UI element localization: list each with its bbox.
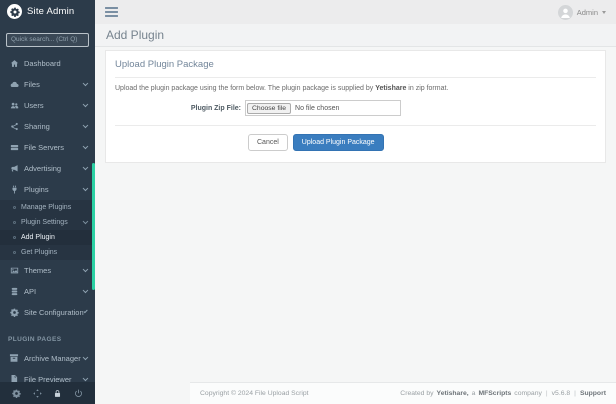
- sidebar-item-dashboard[interactable]: Dashboard: [0, 53, 95, 74]
- main-area: Admin Add Plugin Upload Plugin Package U…: [95, 0, 616, 404]
- choose-file-button[interactable]: Choose file: [247, 103, 291, 114]
- share-icon: [8, 122, 20, 131]
- archive-icon: [8, 353, 20, 363]
- upload-plugin-package-button[interactable]: Upload Plugin Package: [293, 134, 384, 151]
- chevron-down-icon: [82, 376, 87, 381]
- menu-toggle-icon[interactable]: [105, 7, 118, 17]
- upload-plugin-card: Upload Plugin Package Upload the plugin …: [105, 50, 606, 163]
- chevron-down-icon: [82, 144, 87, 149]
- plugins-submenu: Manage Plugins Plugin Settings Add Plugi…: [0, 200, 95, 260]
- brand-name: Site Admin: [27, 6, 74, 17]
- bullet-icon: [13, 236, 16, 239]
- chevron-down-icon: [83, 309, 87, 313]
- version-text: v5.6.8: [552, 390, 571, 397]
- card-description: Upload the plugin package using the form…: [115, 85, 596, 92]
- sidebar: Site Admin Dashboard Files Users Shar: [0, 0, 95, 404]
- settings-icon[interactable]: [12, 389, 21, 398]
- sidebar-item-users[interactable]: Users: [0, 95, 95, 116]
- chevron-down-icon: [82, 267, 87, 272]
- bullet-icon: [13, 206, 16, 209]
- sidebar-item-advertising[interactable]: Advertising: [0, 158, 95, 179]
- footer-credits: Created by Yetishare, a MFScripts compan…: [400, 390, 606, 397]
- brand[interactable]: Site Admin: [0, 0, 95, 23]
- sidebar-item-files[interactable]: Files: [0, 74, 95, 95]
- users-icon: [8, 101, 20, 110]
- cancel-button[interactable]: Cancel: [248, 134, 288, 151]
- chevron-down-icon: [82, 123, 87, 128]
- page-title: Add Plugin: [106, 28, 164, 42]
- sidebar-bottom-bar: [0, 382, 95, 404]
- gear-icon: [8, 308, 20, 317]
- copyright-text: Copyright © 2024 File Upload Script: [200, 390, 309, 397]
- yetishare-logo-icon: [7, 4, 22, 19]
- plugin-zip-file-input[interactable]: Choose file No file chosen: [245, 100, 401, 116]
- button-row: Cancel Upload Plugin Package: [115, 125, 596, 153]
- caret-down-icon: [602, 11, 606, 14]
- mfscripts-link[interactable]: MFScripts: [478, 390, 511, 397]
- plugin-zip-label: Plugin Zip File:: [115, 105, 245, 112]
- quick-search-input[interactable]: [6, 33, 89, 47]
- sidebar-item-plugins[interactable]: Plugins: [0, 179, 95, 200]
- cloud-icon: [8, 80, 20, 89]
- sidebar-item-themes[interactable]: Themes: [0, 260, 95, 281]
- chevron-down-icon: [82, 219, 87, 224]
- plugin-zip-row: Plugin Zip File: Choose file No file cho…: [115, 100, 596, 116]
- bullet-icon: [13, 221, 16, 224]
- user-menu[interactable]: Admin: [558, 5, 606, 20]
- submenu-item-add-plugin[interactable]: Add Plugin: [0, 230, 95, 245]
- sidebar-item-site-configuration[interactable]: Site Configuration: [0, 302, 95, 323]
- chevron-down-icon: [82, 165, 87, 170]
- server-icon: [8, 143, 20, 152]
- admin-app: Site Admin Dashboard Files Users Shar: [0, 0, 616, 404]
- submenu-item-manage-plugins[interactable]: Manage Plugins: [0, 200, 95, 215]
- lock-icon[interactable]: [53, 389, 62, 398]
- submenu-item-get-plugins[interactable]: Get Plugins: [0, 245, 95, 260]
- page-title-bar: Add Plugin: [95, 24, 616, 47]
- footer: Copyright © 2024 File Upload Script Crea…: [190, 382, 616, 404]
- topbar: Admin: [95, 0, 616, 24]
- yetishare-link[interactable]: Yetishare,: [437, 390, 469, 397]
- yetishare-name: Yetishare: [375, 85, 406, 92]
- section-label-plugin-pages: PLUGIN PAGES: [0, 323, 95, 348]
- home-icon: [8, 59, 20, 68]
- submenu-item-plugin-settings[interactable]: Plugin Settings: [0, 215, 95, 230]
- card-heading: Upload Plugin Package: [115, 59, 596, 78]
- bullet-icon: [13, 251, 16, 254]
- chevron-down-icon: [82, 288, 87, 293]
- chevron-down-icon: [82, 355, 87, 360]
- avatar: [558, 5, 573, 20]
- sidebar-item-file-servers[interactable]: File Servers: [0, 137, 95, 158]
- file-status-text: No file chosen: [291, 105, 339, 112]
- megaphone-icon: [8, 164, 20, 173]
- support-link[interactable]: Support: [580, 390, 606, 397]
- database-icon: [8, 287, 20, 296]
- chevron-down-icon: [82, 186, 87, 191]
- fullscreen-icon[interactable]: [33, 389, 42, 398]
- chevron-down-icon: [82, 102, 87, 107]
- chevron-down-icon: [82, 81, 87, 86]
- sidebar-item-api[interactable]: API: [0, 281, 95, 302]
- sidebar-item-sharing[interactable]: Sharing: [0, 116, 95, 137]
- sidebar-nav: Dashboard Files Users Sharing File Serve…: [0, 53, 95, 404]
- image-icon: [8, 266, 20, 275]
- user-label: Admin: [577, 8, 598, 17]
- plug-icon: [8, 185, 20, 194]
- sidebar-item-archive-manager[interactable]: Archive Manager: [0, 348, 95, 369]
- power-icon[interactable]: [74, 389, 83, 398]
